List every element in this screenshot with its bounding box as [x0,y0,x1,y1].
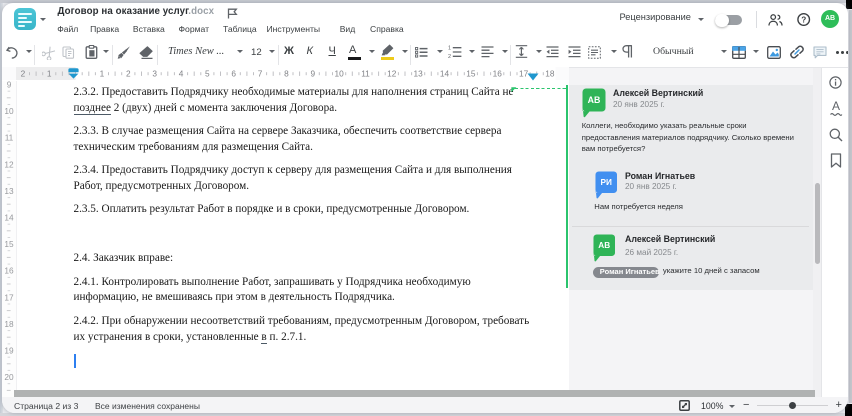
svg-text:?: ? [801,15,806,24]
svg-text:5: 5 [205,69,210,79]
svg-text:18: 18 [4,318,14,328]
svg-text:4: 4 [179,69,184,79]
svg-text:3: 3 [152,69,157,79]
svg-text:13: 13 [4,185,14,195]
svg-text:8: 8 [284,69,289,79]
svg-text:13: 13 [413,69,423,79]
svg-text:9: 9 [310,69,315,79]
svg-text:18: 18 [545,69,555,79]
svg-text:10: 10 [4,106,14,116]
svg-text:1: 1 [100,69,105,79]
svg-text:11: 11 [5,132,14,142]
svg-text:14: 14 [440,69,450,79]
svg-text:2: 2 [126,69,131,79]
svg-text:2: 2 [448,54,451,59]
svg-text:15: 15 [4,239,14,249]
svg-text:17: 17 [4,292,14,302]
svg-text:16: 16 [493,69,503,79]
svg-text:АВ: АВ [598,241,610,250]
svg-text:15: 15 [466,69,476,79]
svg-text:10: 10 [334,69,344,79]
svg-text:6: 6 [231,69,236,79]
svg-text:12: 12 [387,69,397,79]
svg-text:14: 14 [4,212,14,222]
svg-text:2: 2 [21,69,26,79]
svg-text:16: 16 [4,265,14,275]
svg-text:1: 1 [47,69,52,79]
svg-text:9: 9 [7,81,12,90]
svg-text:7: 7 [258,69,263,79]
svg-text:19: 19 [4,345,14,355]
svg-text:АВ: АВ [588,95,601,105]
svg-text:А: А [831,99,839,113]
svg-text:1: 1 [448,46,451,52]
svg-text:12: 12 [4,159,14,169]
svg-text:РИ: РИ [600,178,611,187]
svg-text:20: 20 [4,372,14,382]
svg-text:11: 11 [361,69,370,79]
